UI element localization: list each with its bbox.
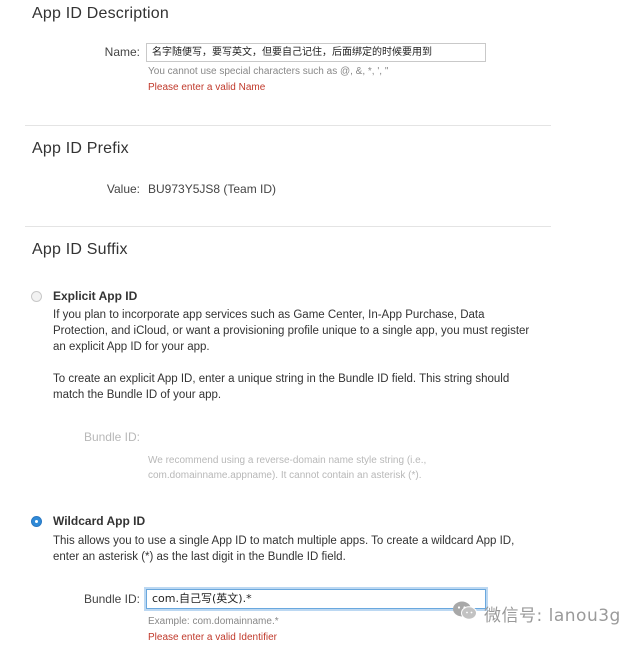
section-divider bbox=[25, 125, 551, 126]
wechat-icon bbox=[452, 600, 478, 627]
bundle-id-error: Please enter a valid Identifier bbox=[148, 632, 277, 643]
explicit-bundle-id-label: Bundle ID: bbox=[83, 430, 140, 444]
value-label: Value: bbox=[106, 182, 140, 196]
wildcard-description: This allows you to use a single App ID t… bbox=[53, 535, 515, 563]
explicit-bundle-id-hint: We recommend using a reverse-domain name… bbox=[148, 455, 427, 481]
explicit-description: If you plan to incorporate app services … bbox=[53, 309, 530, 353]
wildcard-bundle-id-label: Bundle ID: bbox=[83, 592, 140, 606]
name-error: Please enter a valid Name bbox=[148, 82, 266, 93]
section-divider bbox=[25, 226, 551, 227]
name-hint: You cannot use special characters such a… bbox=[148, 66, 389, 77]
bundle-id-example: Example: com.domainname.* bbox=[148, 616, 279, 627]
name-input[interactable]: 名字随便写，要写英文，但要自己记住，后面绑定的时候要用到 bbox=[146, 43, 486, 62]
wildcard-app-id-radio[interactable] bbox=[31, 516, 42, 527]
section-title-suffix: App ID Suffix bbox=[32, 241, 128, 258]
wildcard-app-id-label[interactable]: Wildcard App ID bbox=[53, 514, 145, 528]
name-label: Name: bbox=[104, 45, 140, 59]
explicit-instructions: To create an explicit App ID, enter a un… bbox=[53, 373, 510, 401]
team-id-value: BU973Y5JS8 (Team ID) bbox=[148, 182, 277, 196]
explicit-app-id-radio[interactable] bbox=[31, 291, 42, 302]
watermark: 微信号: lanou3g bbox=[452, 600, 640, 626]
explicit-app-id-label[interactable]: Explicit App ID bbox=[53, 289, 137, 303]
section-title-prefix: App ID Prefix bbox=[32, 140, 129, 157]
watermark-text: 微信号: lanou3g bbox=[484, 605, 621, 626]
section-title-description: App ID Description bbox=[32, 5, 169, 22]
bundle-id-input[interactable]: com.自己写(英文).* bbox=[146, 589, 486, 609]
